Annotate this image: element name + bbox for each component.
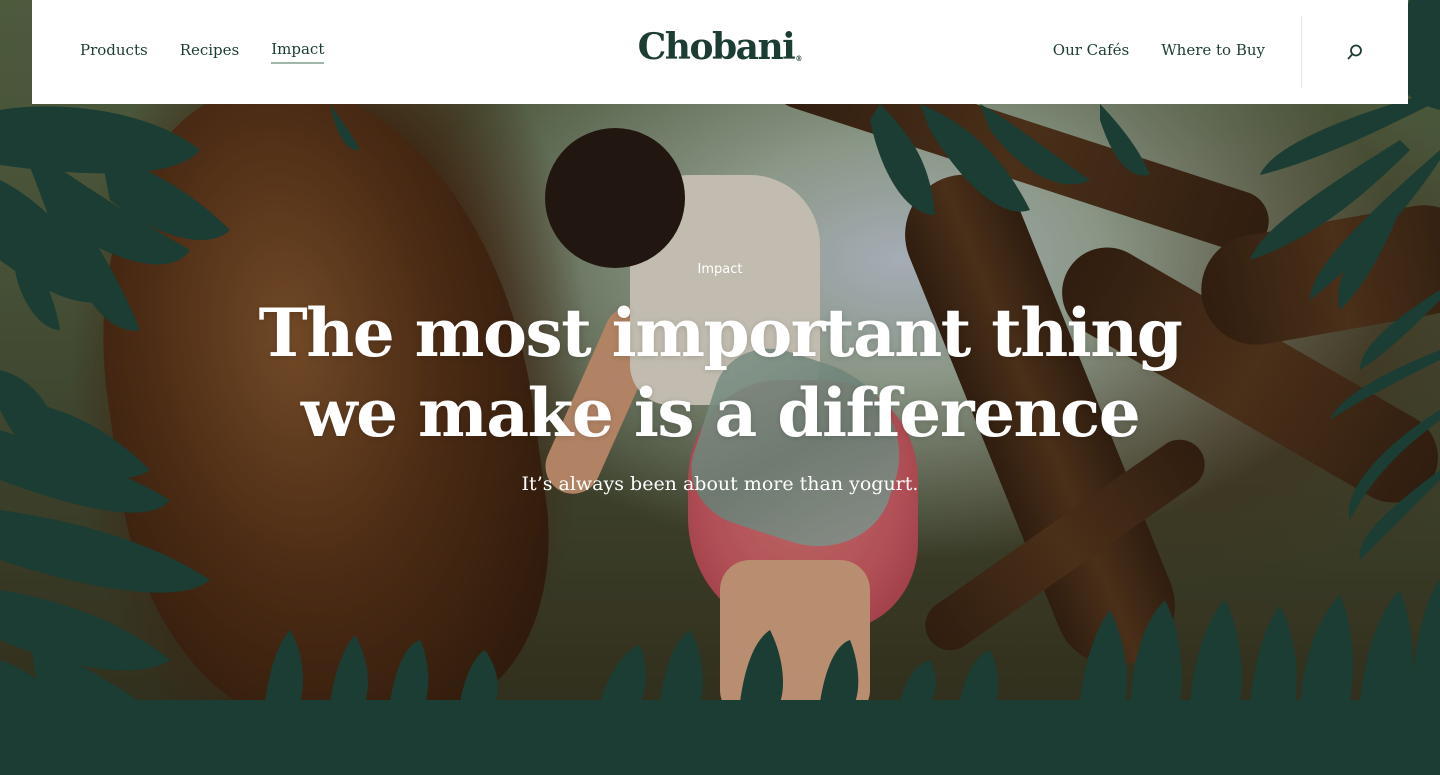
leaf-shape [660, 630, 703, 702]
logo-text: Chobani [637, 26, 796, 68]
leaf-shape [1130, 600, 1182, 702]
chobani-logo[interactable]: Chobani® [638, 26, 803, 68]
secondary-nav: Our Cafés Where to Buy [1053, 41, 1301, 63]
leaf-shape [1190, 600, 1242, 702]
leaf-shape [1410, 580, 1440, 702]
primary-nav: Products Recipes Impact [80, 40, 325, 64]
leaf-shape [1300, 595, 1353, 702]
leaf-shape [330, 635, 368, 702]
footer-band [0, 700, 1440, 775]
hero-headline-line-2: we make is a difference [300, 374, 1141, 452]
leaf-shape [0, 510, 210, 593]
leaf-shape [330, 104, 360, 151]
nav-where-to-buy[interactable]: Where to Buy [1161, 41, 1265, 63]
search-button[interactable] [1302, 0, 1408, 104]
nav-recipes[interactable]: Recipes [180, 41, 240, 63]
nav-our-cafes[interactable]: Our Cafés [1053, 41, 1129, 63]
leaf-shape [1360, 590, 1413, 702]
leaf-shape [920, 104, 1030, 212]
leaf-shape [900, 660, 936, 702]
site-header: Products Recipes Impact Chobani® Our Caf… [32, 0, 1408, 104]
header-right-group: Our Cafés Where to Buy [1053, 0, 1408, 104]
hero-headline-line-1: The most important thing [258, 294, 1183, 372]
search-icon [1347, 44, 1362, 60]
registered-mark: ® [795, 54, 803, 63]
leaf-shape [740, 630, 783, 702]
leaf-shape [820, 640, 859, 702]
hero-headline: The most important thing we make is a di… [0, 293, 1440, 453]
hero-eyebrow: Impact [697, 262, 743, 277]
hero-subhead: It’s always been about more than yogurt. [521, 473, 919, 495]
nav-products[interactable]: Products [80, 41, 148, 63]
nav-impact[interactable]: Impact [271, 40, 325, 64]
leaf-shape [600, 645, 646, 702]
hero-content: Impact The most important thing we make … [0, 262, 1440, 495]
leaf-shape [265, 630, 303, 702]
leaf-shape [0, 590, 170, 671]
leaf-shape [460, 650, 498, 702]
leaf-shape [1100, 104, 1150, 176]
leaf-shape [1250, 605, 1297, 702]
leaf-shape [870, 104, 935, 215]
leaf-shape [1080, 610, 1127, 702]
leaf-shape [390, 640, 429, 702]
leaf-shape [960, 650, 999, 702]
